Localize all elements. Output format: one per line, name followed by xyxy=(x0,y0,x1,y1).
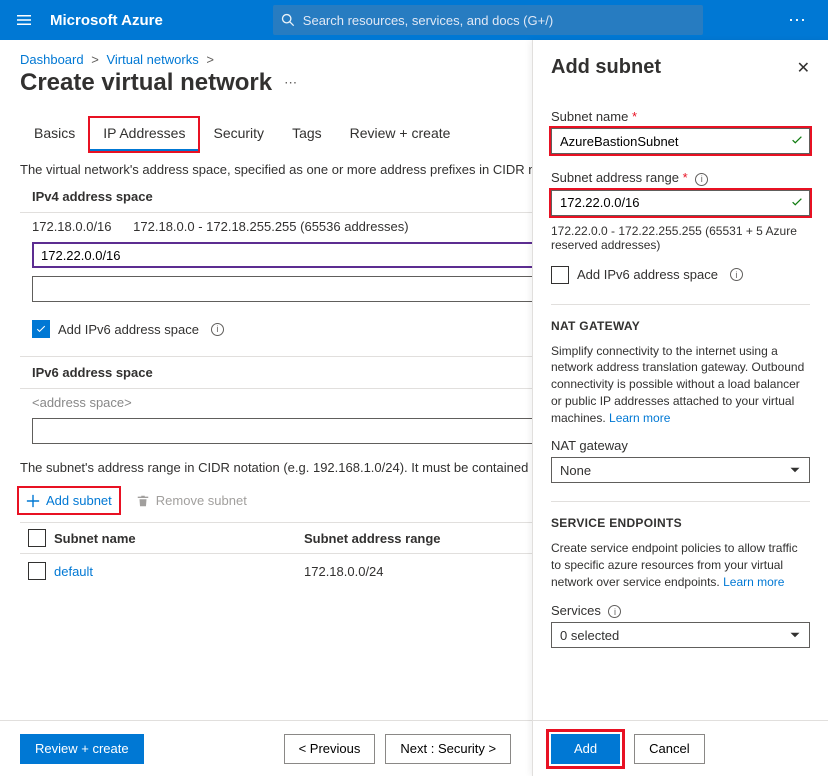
subnet-name-input[interactable] xyxy=(551,128,810,154)
nat-field-label: NAT gateway xyxy=(551,438,810,453)
chevron-down-icon xyxy=(789,629,801,641)
tab-security[interactable]: Security xyxy=(199,117,278,152)
pane-ipv6-checkbox[interactable] xyxy=(551,266,569,284)
ipv4-cidr: 172.18.0.0/16 xyxy=(32,219,112,234)
add-subnet-button[interactable]: Add subnet xyxy=(20,489,118,512)
previous-button[interactable]: < Previous xyxy=(284,734,376,764)
hamburger-menu-icon[interactable] xyxy=(10,6,38,34)
subnet-name-label: Subnet name * xyxy=(551,109,810,124)
svc-section-title: SERVICE ENDPOINTS xyxy=(551,516,810,530)
subnet-link-default[interactable]: default xyxy=(54,564,93,579)
page-title-more-icon[interactable]: ⋯ xyxy=(284,75,297,91)
chevron-down-icon xyxy=(789,464,801,476)
breadcrumb-dashboard[interactable]: Dashboard xyxy=(20,52,84,67)
trash-icon xyxy=(136,494,150,508)
close-icon[interactable]: ✕ xyxy=(797,58,810,78)
svc-description: Create service endpoint policies to allo… xyxy=(551,540,810,590)
nat-gateway-select[interactable]: None xyxy=(551,457,810,483)
nat-section-title: NAT GATEWAY xyxy=(551,319,810,333)
add-button[interactable]: Add xyxy=(551,734,620,764)
tab-review-create[interactable]: Review + create xyxy=(336,117,465,152)
nat-description: Simplify connectivity to the internet us… xyxy=(551,343,810,427)
topbar-more-icon[interactable]: ⋯ xyxy=(778,10,818,31)
info-icon[interactable]: i xyxy=(695,173,708,186)
subnet-range-label: Subnet address range * i xyxy=(551,170,810,186)
select-all-checkbox[interactable] xyxy=(28,529,46,547)
svc-learn-more-link[interactable]: Learn more xyxy=(723,575,784,589)
add-subnet-pane: Add subnet ✕ Subnet name * Subnet addres… xyxy=(532,40,828,776)
remove-subnet-button: Remove subnet xyxy=(136,493,247,508)
next-button[interactable]: Next : Security > xyxy=(385,734,511,764)
info-icon[interactable]: i xyxy=(211,323,224,336)
ipv4-range: 172.18.0.0 - 172.18.255.255 (65536 addre… xyxy=(133,219,408,234)
subnet-range-input[interactable] xyxy=(551,190,810,216)
services-select[interactable]: 0 selected xyxy=(551,622,810,648)
subnet-range-helper: 172.22.0.0 - 172.22.255.255 (65531 + 5 A… xyxy=(551,224,810,252)
info-icon[interactable]: i xyxy=(608,605,621,618)
breadcrumb-virtual-networks[interactable]: Virtual networks xyxy=(106,52,198,67)
ipv6-checkbox[interactable] xyxy=(32,320,50,338)
col-subnet-name: Subnet name xyxy=(54,531,304,546)
page-title: Create virtual network xyxy=(20,69,272,97)
search-icon xyxy=(281,13,295,27)
services-value: 0 selected xyxy=(560,628,619,643)
remove-subnet-label: Remove subnet xyxy=(156,493,247,508)
global-search-input[interactable] xyxy=(303,13,695,28)
valid-check-icon xyxy=(790,133,804,150)
ipv6-checkbox-label: Add IPv6 address space xyxy=(58,322,199,337)
azure-topbar: Microsoft Azure ⋯ xyxy=(0,0,828,40)
add-subnet-label: Add subnet xyxy=(46,493,112,508)
global-search[interactable] xyxy=(273,5,703,35)
svc-field-label: Services i xyxy=(551,603,810,619)
pane-ipv6-label: Add IPv6 address space xyxy=(577,267,718,282)
pane-footer: Add Cancel xyxy=(533,720,828,776)
cancel-button[interactable]: Cancel xyxy=(634,734,704,764)
breadcrumb-sep: > xyxy=(91,52,99,67)
nat-learn-more-link[interactable]: Learn more xyxy=(609,411,670,425)
valid-check-icon xyxy=(790,195,804,212)
pane-title: Add subnet xyxy=(551,56,661,79)
nat-gateway-value: None xyxy=(560,463,591,478)
review-create-button[interactable]: Review + create xyxy=(20,734,144,764)
tab-tags[interactable]: Tags xyxy=(278,117,336,152)
brand-label: Microsoft Azure xyxy=(50,12,163,29)
row-checkbox[interactable] xyxy=(28,562,46,580)
divider xyxy=(551,304,810,305)
tab-basics[interactable]: Basics xyxy=(20,117,89,152)
divider xyxy=(551,501,810,502)
plus-icon xyxy=(26,494,40,508)
info-icon[interactable]: i xyxy=(730,268,743,281)
breadcrumb-sep: > xyxy=(206,52,214,67)
tab-ip-addresses[interactable]: IP Addresses xyxy=(89,117,199,152)
